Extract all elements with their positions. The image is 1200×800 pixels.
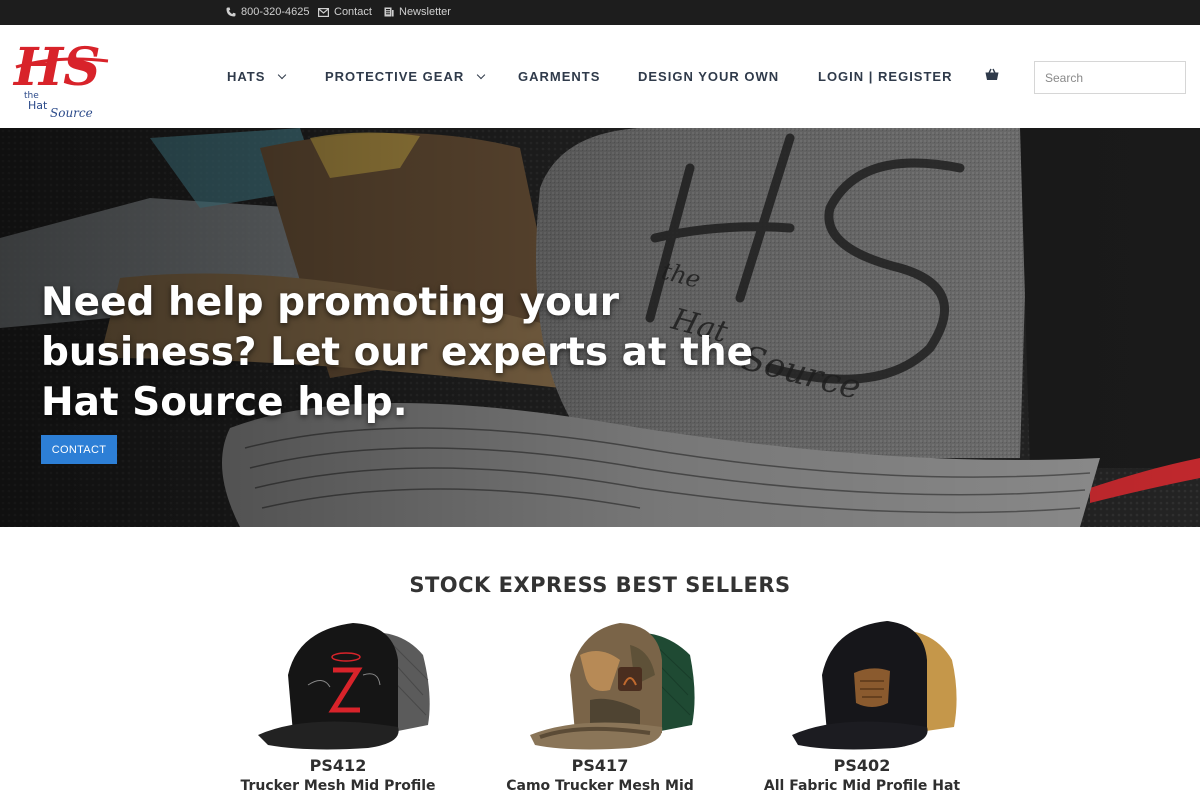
nav-garments[interactable]: GARMENTS bbox=[518, 69, 600, 84]
chevron-down-icon bbox=[278, 70, 287, 79]
nav-protective-label: PROTECTIVE GEAR bbox=[325, 69, 465, 84]
product-name[interactable]: All Fabric Mid Profile Hat bbox=[732, 778, 992, 794]
nav-login-label: LOGIN | REGISTER bbox=[818, 69, 953, 84]
logo-mark: HS bbox=[12, 37, 101, 98]
hero-headline: Need help promoting your business? Let o… bbox=[41, 280, 754, 425]
product-sku: PS402 bbox=[833, 756, 891, 775]
site-logo[interactable]: HS the Hat Source bbox=[12, 37, 114, 120]
product-name[interactable]: Trucker Mesh Mid Profile bbox=[208, 778, 468, 794]
nav-protective-gear[interactable]: PROTECTIVE GEAR bbox=[325, 69, 486, 84]
nav-design-label: DESIGN YOUR OWN bbox=[638, 69, 780, 84]
top-bar: 800-320-4625 Contact Newsletter bbox=[0, 0, 1200, 25]
logo-line-source: Source bbox=[50, 106, 93, 119]
phone-link[interactable]: 800-320-4625 bbox=[226, 6, 310, 18]
site-header: HS the Hat Source HATS PROTECTIVE GEAR G… bbox=[0, 25, 1200, 128]
product-image-ps417[interactable] bbox=[500, 615, 700, 752]
product-name[interactable]: Camo Trucker Mesh Mid bbox=[470, 778, 730, 794]
shopping-basket-icon bbox=[985, 68, 999, 80]
nav-garments-label: GARMENTS bbox=[518, 69, 601, 84]
product-sku: PS417 bbox=[571, 756, 629, 775]
logo-line-hat: Hat bbox=[28, 99, 48, 112]
product-card[interactable]: PS417 Camo Trucker Mesh Mid bbox=[470, 615, 730, 794]
product-image-ps402[interactable] bbox=[762, 615, 962, 752]
nav-hats-label: HATS bbox=[227, 69, 266, 84]
nav-hats[interactable]: HATS bbox=[227, 69, 287, 84]
hero-contact-button[interactable]: CONTACT bbox=[41, 435, 117, 464]
newsletter-label: Newsletter bbox=[399, 6, 451, 18]
cart-button[interactable] bbox=[985, 68, 999, 86]
chevron-down-icon bbox=[477, 70, 486, 79]
product-image-ps412[interactable] bbox=[238, 615, 438, 752]
envelope-icon bbox=[318, 7, 329, 17]
contact-label: Contact bbox=[334, 6, 372, 18]
hero-banner: the Hat Source Need help promoting your … bbox=[0, 128, 1200, 527]
nav-design-your-own[interactable]: DESIGN YOUR OWN bbox=[638, 69, 779, 84]
product-card[interactable]: PS402 All Fabric Mid Profile Hat bbox=[732, 615, 992, 794]
search-input[interactable] bbox=[1034, 61, 1186, 94]
nav-login-register[interactable]: LOGIN | REGISTER bbox=[818, 69, 952, 84]
newsletter-icon bbox=[384, 7, 394, 17]
product-card[interactable]: PS412 Trucker Mesh Mid Profile bbox=[208, 615, 468, 794]
phone-number: 800-320-4625 bbox=[241, 6, 310, 18]
contact-link[interactable]: Contact bbox=[318, 6, 372, 18]
newsletter-link[interactable]: Newsletter bbox=[384, 6, 451, 18]
product-sku: PS412 bbox=[309, 756, 367, 775]
phone-icon bbox=[226, 7, 236, 17]
bestsellers-title: STOCK EXPRESS BEST SELLERS bbox=[409, 573, 791, 597]
